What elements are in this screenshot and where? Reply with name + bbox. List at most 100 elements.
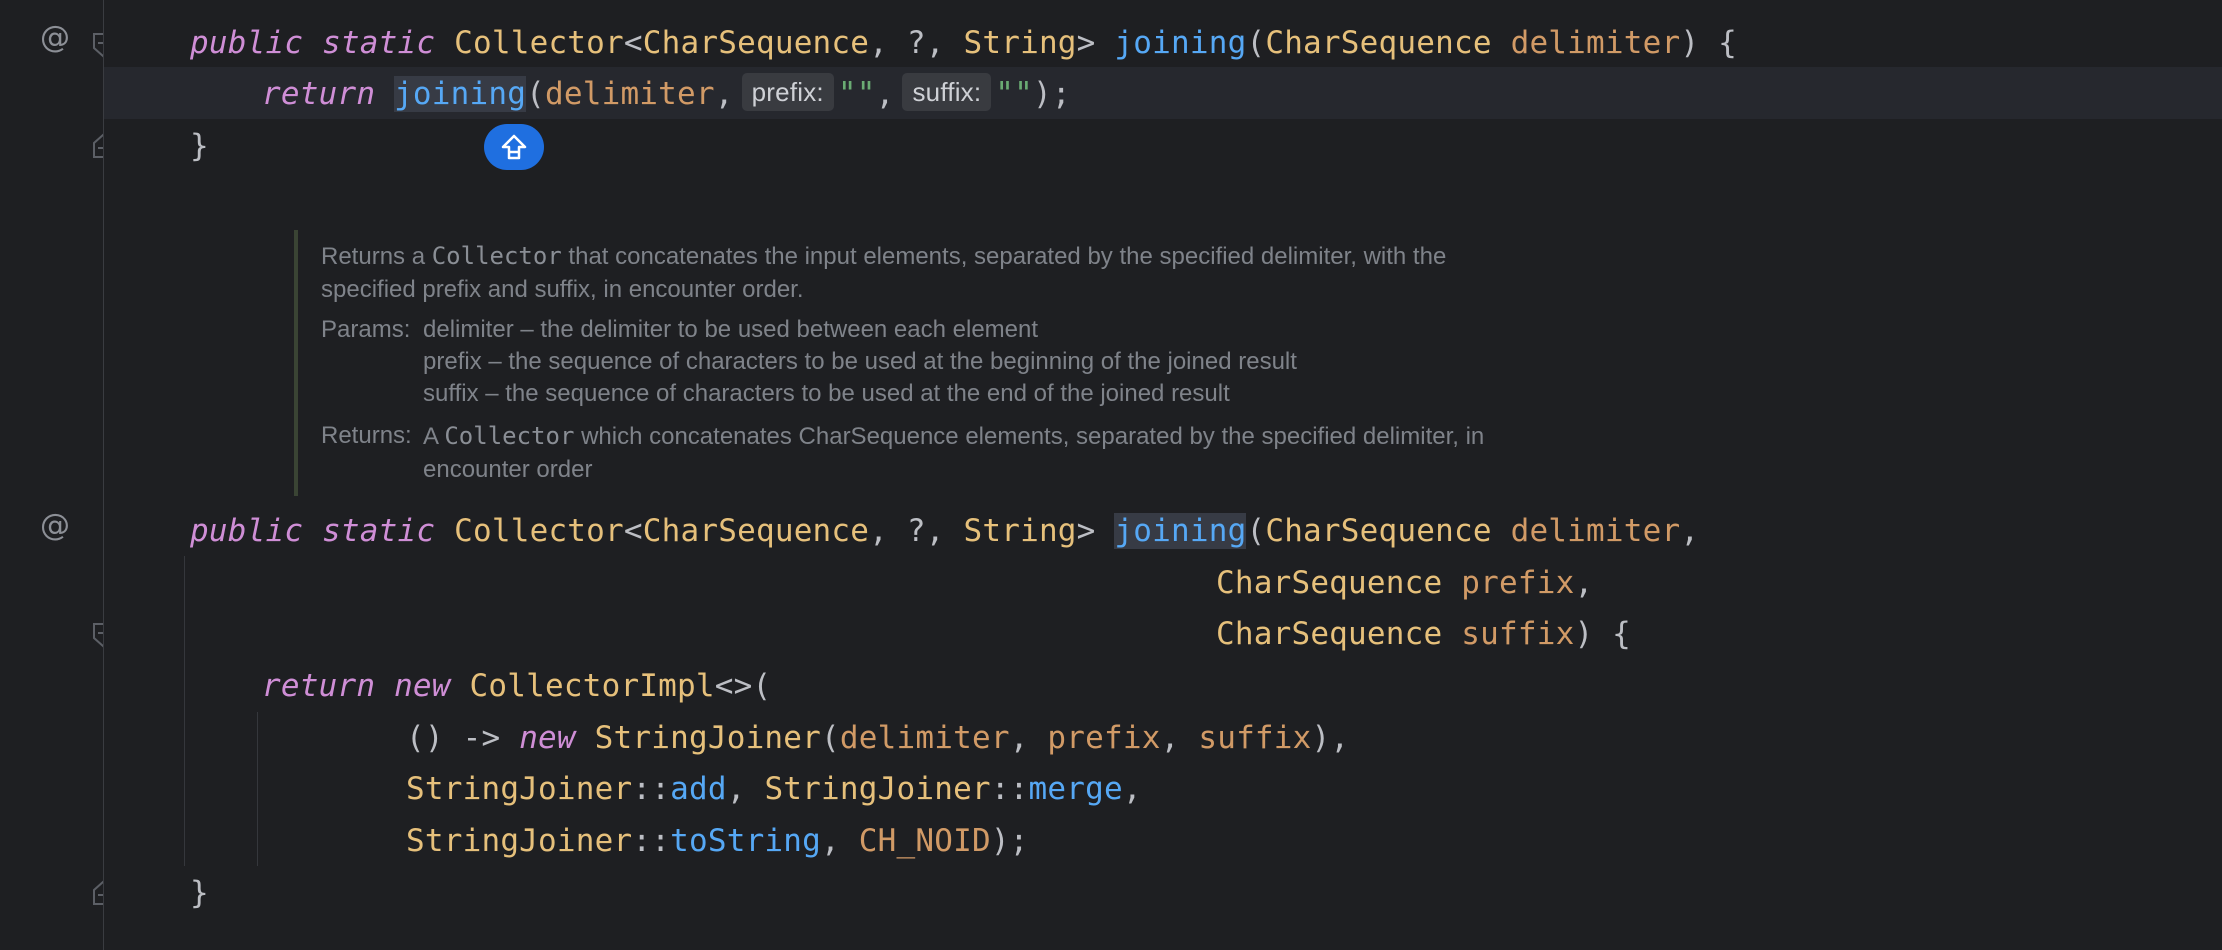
punctuation: , ?, xyxy=(869,25,964,61)
method-ref[interactable]: add xyxy=(670,771,727,807)
type-name: CollectorImpl xyxy=(469,668,715,704)
keyword: static xyxy=(322,513,436,549)
method-call[interactable]: joining xyxy=(394,76,527,112)
punctuation: ( xyxy=(1246,25,1266,61)
type-name: StringJoiner xyxy=(406,823,633,859)
punctuation: ) { xyxy=(1574,616,1632,652)
punctuation: ); xyxy=(990,823,1029,859)
type-name: CharSequence xyxy=(1216,616,1443,652)
punctuation: < xyxy=(623,513,643,549)
code-line: } xyxy=(190,867,209,919)
punctuation: :: xyxy=(632,823,671,859)
punctuation: , xyxy=(1680,513,1700,549)
code-line: public static Collector<CharSequence, ?,… xyxy=(190,17,1737,69)
brace: } xyxy=(190,128,209,164)
punctuation: , xyxy=(1160,720,1199,756)
argument: prefix xyxy=(1047,720,1161,756)
doc-text: encounter order xyxy=(423,456,593,483)
method-name[interactable]: joining xyxy=(1114,513,1247,549)
parameter: delimiter xyxy=(1510,513,1681,549)
doc-text: which concatenates CharSequence elements… xyxy=(574,423,1485,450)
indent-guide xyxy=(184,556,185,866)
code-line: () -> new StringJoiner(delimiter, prefix… xyxy=(406,712,1349,764)
punctuation: , xyxy=(1574,565,1594,601)
punctuation: , xyxy=(1009,720,1048,756)
doc-label: Returns: xyxy=(321,422,412,449)
method-ref[interactable]: toString xyxy=(670,823,821,859)
editor-gutter: @ @ xyxy=(0,0,113,950)
parameter-hint: prefix: xyxy=(741,73,834,111)
code-line: CharSequence suffix) { xyxy=(1216,608,1631,660)
code-line: CharSequence prefix, xyxy=(1216,557,1593,609)
punctuation: <>( xyxy=(714,668,772,704)
punctuation: () -> xyxy=(406,720,520,756)
punctuation: ( xyxy=(526,76,545,112)
keyword: static xyxy=(322,25,436,61)
punctuation: > xyxy=(1076,25,1115,61)
punctuation: , ?, xyxy=(869,513,964,549)
doc-param: prefix – the sequence of characters to b… xyxy=(423,348,1297,375)
keyword: public xyxy=(190,513,304,549)
type-name: CharSequence xyxy=(1265,513,1492,549)
parameter: delimiter xyxy=(1510,25,1681,61)
override-icon[interactable]: @ xyxy=(40,508,70,543)
type-name: CharSequence xyxy=(1216,565,1443,601)
doc-param: delimiter – the delimiter to be used bet… xyxy=(423,316,1039,343)
code-editor[interactable]: public static Collector<CharSequence, ?,… xyxy=(104,0,2222,950)
code-line: return joining(delimiter, prefix: "", suffi… xyxy=(262,68,1071,120)
argument: delimiter xyxy=(839,720,1010,756)
parameter: prefix xyxy=(1461,565,1575,601)
punctuation: ); xyxy=(1033,76,1071,112)
doc-label: Params: xyxy=(321,316,411,343)
argument: delimiter xyxy=(544,76,715,112)
punctuation: ( xyxy=(1246,513,1266,549)
type-name: StringJoiner xyxy=(764,771,991,807)
doc-text: specified prefix and suffix, in encounte… xyxy=(321,276,804,303)
punctuation: , xyxy=(1122,771,1142,807)
doc-text: A xyxy=(423,423,445,450)
type-name: CharSequence xyxy=(1265,25,1492,61)
code-line: StringJoiner::add, StringJoiner::merge, xyxy=(406,763,1142,815)
keyword: new xyxy=(394,668,451,704)
override-icon[interactable]: @ xyxy=(40,20,70,55)
parameter: suffix xyxy=(1461,616,1575,652)
type-name: String xyxy=(963,513,1077,549)
punctuation: > xyxy=(1076,513,1115,549)
punctuation: , xyxy=(714,76,734,112)
navigate-up-badge[interactable] xyxy=(484,124,544,170)
punctuation: , xyxy=(726,771,765,807)
doc-text: that concatenates the input elements, se… xyxy=(561,243,1447,270)
code-line: StringJoiner::toString, CH_NOID); xyxy=(406,815,1029,867)
punctuation: ( xyxy=(821,720,840,756)
indent-guide xyxy=(257,712,258,866)
type-name: String xyxy=(963,25,1077,61)
argument: suffix xyxy=(1198,720,1312,756)
method-name[interactable]: joining xyxy=(1114,25,1246,61)
doc-text: Returns a xyxy=(321,243,432,270)
brace: } xyxy=(190,875,209,911)
type-name: StringJoiner xyxy=(406,771,633,807)
punctuation: < xyxy=(623,25,643,61)
constant: CH_NOID xyxy=(858,823,991,859)
doc-param: suffix – the sequence of characters to b… xyxy=(423,380,1230,407)
code-line: public static Collector< CharSequence , ?,… xyxy=(190,505,1699,557)
punctuation: ), xyxy=(1311,720,1350,756)
method-ref[interactable]: merge xyxy=(1029,771,1123,807)
javadoc-rendered[interactable]: Returns a Collector that concatenates th… xyxy=(294,230,1598,496)
arrow-up-icon xyxy=(501,134,527,160)
string-literal: "" xyxy=(995,76,1034,112)
doc-code: Collector xyxy=(444,422,575,450)
punctuation: :: xyxy=(632,771,671,807)
punctuation: :: xyxy=(990,771,1029,807)
string-literal: "" xyxy=(837,76,876,112)
type-name: Collector xyxy=(454,513,624,549)
punctuation: ) { xyxy=(1680,25,1737,61)
keyword: public xyxy=(190,25,304,61)
punctuation: , xyxy=(821,823,859,859)
parameter-hint: suffix: xyxy=(902,73,992,111)
punctuation: , xyxy=(875,76,895,112)
keyword: new xyxy=(519,720,576,756)
code-line: return new CollectorImpl<>( xyxy=(262,660,771,712)
doc-code: Collector xyxy=(431,242,562,270)
keyword: return xyxy=(262,76,376,112)
